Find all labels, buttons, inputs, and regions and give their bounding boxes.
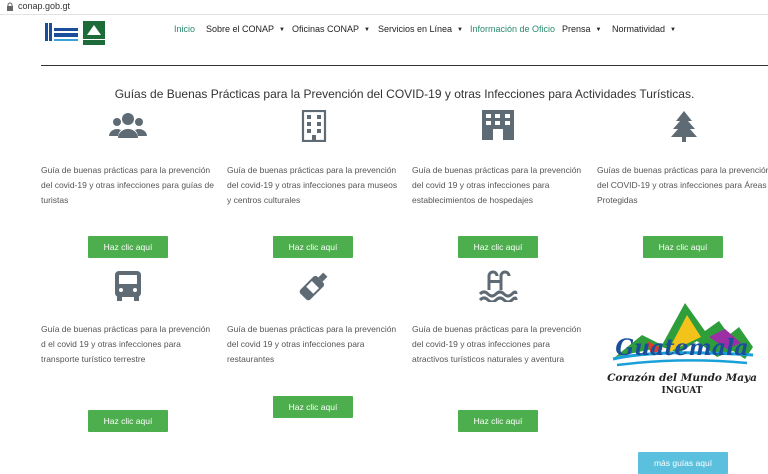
haz-clic-button-guias-turistas[interactable]: Haz clic aquí <box>88 236 168 258</box>
chevron-down-icon: ▼ <box>364 27 370 33</box>
haz-clic-button-museos[interactable]: Haz clic aquí <box>273 236 353 258</box>
card-text-hospedajes: Guía de buenas prácticas para la prevenc… <box>412 165 582 205</box>
building-icon <box>301 110 327 142</box>
hotel-icon <box>482 110 514 140</box>
brand-org: INGUAT <box>662 386 703 396</box>
nav-item-informacion-oficio[interactable]: Información de Oficio <box>470 24 555 34</box>
haz-clic-button-hospedajes[interactable]: Haz clic aquí <box>458 236 538 258</box>
guatemala-inguat-logo: Guatemala Corazón del Mundo Maya INGUAT <box>607 303 757 396</box>
chevron-down-icon: ▼ <box>670 27 676 33</box>
brand-slogan: Corazón del Mundo Maya <box>607 372 757 384</box>
conap-logo <box>83 21 105 45</box>
browser-url-bar[interactable]: conap.gob.gt <box>0 0 768 15</box>
card-text-guias-turistas: Guía de buenas prácticas para la prevenc… <box>41 165 214 205</box>
swimming-pool-icon <box>478 270 518 302</box>
guatemala-wordmark: Guatemala <box>615 335 748 361</box>
header-divider <box>41 65 768 66</box>
header-logos[interactable] <box>43 20 105 48</box>
nav-item-servicios-linea[interactable]: Servicios en Línea ▼ <box>378 24 463 34</box>
nav-item-sobre-conap[interactable]: Sobre el CONAP ▼ <box>206 24 285 34</box>
lock-icon <box>7 2 13 11</box>
haz-clic-button-transporte[interactable]: Haz clic aquí <box>88 410 168 432</box>
tree-icon <box>671 111 697 142</box>
card-text-restaurantes: Guía de buenas prácticas para la prevenc… <box>227 324 397 364</box>
users-icon <box>109 113 147 138</box>
chevron-down-icon: ▼ <box>457 27 463 33</box>
chevron-down-icon: ▼ <box>595 27 602 33</box>
haz-clic-button-areas-protegidas[interactable]: Haz clic aquí <box>643 236 723 258</box>
wine-bottle-icon <box>299 272 328 301</box>
gobierno-guatemala-logo <box>43 20 79 46</box>
chevron-down-icon: ▼ <box>279 27 285 33</box>
card-text-areas-protegidas: Guías de buenas prácticas para la preven… <box>597 165 768 205</box>
url-text: conap.gob.gt <box>18 1 71 11</box>
nav-item-oficinas-conap[interactable]: Oficinas CONAP ▼ <box>292 24 370 34</box>
nav-item-prensa[interactable]: Prensa ▼ <box>562 24 601 34</box>
card-text-transporte: Guía de buenas prácticas para la prevenc… <box>41 324 211 364</box>
page-title: Guías de Buenas Prácticas para la Preven… <box>114 87 695 101</box>
haz-clic-button-atractivos[interactable]: Haz clic aquí <box>458 410 538 432</box>
card-text-museos: Guía de buenas prácticas para la prevenc… <box>227 165 398 205</box>
bus-icon <box>115 271 141 301</box>
nav-item-normatividad[interactable]: Normatividad ▼ <box>612 24 676 34</box>
card-text-atractivos: Guía de buenas prácticas para la prevenc… <box>412 324 582 364</box>
nav-item-inicio[interactable]: Inicio <box>174 24 195 34</box>
haz-clic-button-restaurantes[interactable]: Haz clic aquí <box>273 396 353 418</box>
